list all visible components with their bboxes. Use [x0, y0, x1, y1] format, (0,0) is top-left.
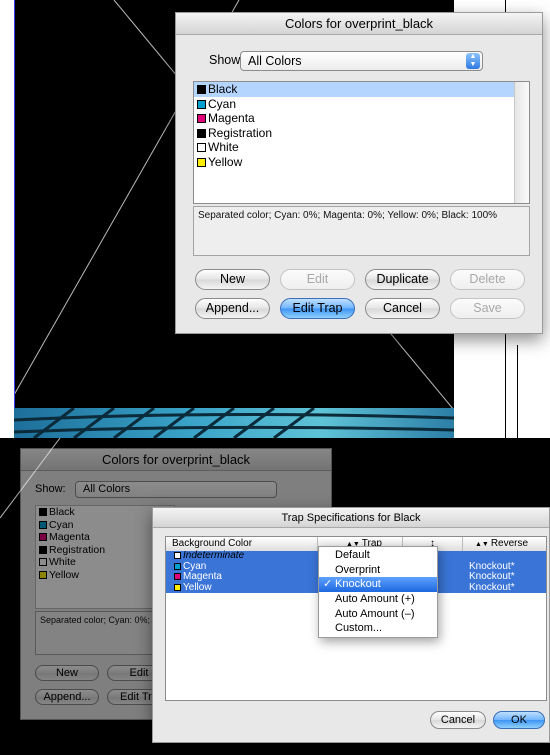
background-color-header[interactable]: Background Color: [166, 537, 318, 551]
trap-menu-items: Default Overprint ✓ Knockout Auto Amount (+)…: [319, 547, 437, 636]
trap-row-color-name: Yellow: [183, 581, 212, 593]
show-label: Show:: [209, 53, 244, 67]
show-popup-inactive[interactable]: All Colors: [75, 481, 277, 498]
color-name: Black: [208, 82, 238, 96]
color-name: Magenta: [49, 531, 90, 543]
color-swatch-icon: [174, 583, 181, 591]
color-swatch-icon: [39, 520, 47, 529]
trap-row-reverse[interactable]: Knockout*: [469, 571, 515, 583]
save-button[interactable]: Save: [450, 298, 525, 319]
trap-menu-item-label: Default: [335, 549, 370, 561]
color-name: Cyan: [49, 518, 74, 531]
color-name: Magenta: [208, 111, 255, 125]
color-list-item[interactable]: White: [194, 140, 529, 155]
color-list[interactable]: Black Cyan Magenta Registration White Yellow: [193, 81, 530, 204]
color-swatch-icon: [39, 545, 47, 554]
color-swatch-icon: [197, 114, 206, 123]
grid-pattern-image: [14, 408, 454, 438]
color-name: Cyan: [208, 96, 237, 111]
color-list-item[interactable]: Cyan: [194, 97, 529, 112]
trap-menu-item-label: Overprint: [335, 563, 381, 576]
trap-ok-button[interactable]: OK: [493, 711, 545, 729]
color-name: Registration: [208, 125, 273, 140]
trap-menu-item-label: Custom...: [335, 622, 383, 635]
show-popup[interactable]: All Colors ▲ ▼: [240, 51, 483, 71]
color-swatch-icon: [39, 558, 47, 566]
reverse-header[interactable]: ▲▼ Reverse: [463, 537, 546, 551]
trap-menu-item[interactable]: Default: [319, 548, 437, 563]
color-name: Black: [49, 506, 75, 518]
color-info-text: Separated color; Cyan: 0%; Magenta: 0%; …: [198, 210, 498, 221]
color-list-item[interactable]: Yellow: [194, 155, 529, 170]
trap-popup-menu: Default Overprint ✓ Knockout Auto Amount (+)…: [318, 546, 438, 638]
trap-menu-item[interactable]: Overprint: [319, 563, 437, 578]
color-swatch-icon: [39, 570, 47, 579]
edit-button[interactable]: Edit: [280, 269, 355, 290]
color-swatch-icon: [174, 552, 181, 559]
trap-row-reverse[interactable]: Knockout*: [469, 582, 515, 594]
color-name: White: [208, 140, 239, 154]
color-name: White: [49, 556, 76, 568]
delete-button[interactable]: Delete: [450, 269, 525, 290]
cancel-button[interactable]: Cancel: [365, 298, 440, 319]
new-button-inactive[interactable]: New: [35, 665, 99, 681]
show-label-inactive: Show:: [35, 483, 66, 495]
trap-menu-item[interactable]: Custom...: [319, 621, 437, 636]
color-swatch-icon: [39, 533, 47, 541]
color-list-item[interactable]: Registration: [194, 126, 529, 141]
trap-menu-item[interactable]: ✓ Knockout: [319, 577, 437, 593]
color-list-items: Black Cyan Magenta Registration White Yellow: [194, 82, 529, 169]
color-swatch-icon: [197, 85, 206, 94]
color-info-box: Separated color; Cyan: 0%; Magenta: 0%; …: [193, 206, 530, 256]
color-swatch-icon: [197, 128, 206, 138]
trap-menu-item-label: Auto Amount (+): [335, 593, 415, 606]
show-popup-value: All Colors: [248, 54, 302, 68]
color-swatch-icon: [197, 99, 206, 109]
trap-cancel-button[interactable]: Cancel: [430, 711, 486, 729]
color-list-scrollbar[interactable]: [514, 82, 529, 203]
color-swatch-icon: [197, 143, 206, 152]
colors-dialog: Colors for overprint_black Show: All Col…: [175, 12, 543, 334]
color-name: Registration: [49, 543, 106, 556]
trap-row-color-name: Indeterminate: [183, 550, 245, 561]
checkmark-icon: ✓: [323, 578, 333, 591]
edit-trap-button[interactable]: Edit Trap: [280, 298, 355, 319]
duplicate-button[interactable]: Duplicate: [365, 269, 440, 290]
blue-image-strip: [14, 408, 454, 438]
color-swatch-icon: [174, 573, 181, 580]
color-info-text-inactive: Separated color; Cyan: 0%; Ma: [40, 615, 166, 625]
window-edge-line-2: [517, 345, 518, 438]
page-edge-line: [14, 0, 15, 410]
popup-arrows-icon: ▲ ▼: [466, 53, 480, 69]
new-button[interactable]: New: [195, 269, 270, 290]
color-swatch-icon: [39, 508, 47, 516]
color-list-item[interactable]: Black: [194, 82, 529, 97]
trap-menu-item-label: Knockout: [335, 578, 381, 591]
color-name: Yellow: [49, 568, 79, 581]
trap-row-color-name: Cyan: [183, 560, 207, 572]
trap-spec-title: Trap Specifications for Black: [153, 508, 549, 528]
colors-dialog-inactive-title: Colors for overprint_black: [21, 449, 331, 471]
color-name: Yellow: [208, 154, 243, 169]
color-swatch-icon: [174, 562, 181, 570]
color-swatch-icon: [197, 157, 206, 167]
trap-row-color-name: Magenta: [183, 571, 222, 582]
trap-menu-item-label: Auto Amount (–): [335, 607, 415, 620]
show-popup-inactive-value: All Colors: [83, 483, 131, 495]
reverse-header-label: Reverse: [490, 538, 529, 549]
trap-menu-item[interactable]: Auto Amount (–): [319, 607, 437, 622]
append-button[interactable]: Append...: [195, 298, 270, 319]
append-button-inactive[interactable]: Append...: [35, 689, 99, 705]
colors-dialog-title: Colors for overprint_black: [176, 13, 542, 35]
sort-arrows-icon-2: ▲▼: [475, 541, 491, 548]
color-list-item[interactable]: Magenta: [194, 111, 529, 126]
trap-menu-item[interactable]: Auto Amount (+): [319, 592, 437, 607]
